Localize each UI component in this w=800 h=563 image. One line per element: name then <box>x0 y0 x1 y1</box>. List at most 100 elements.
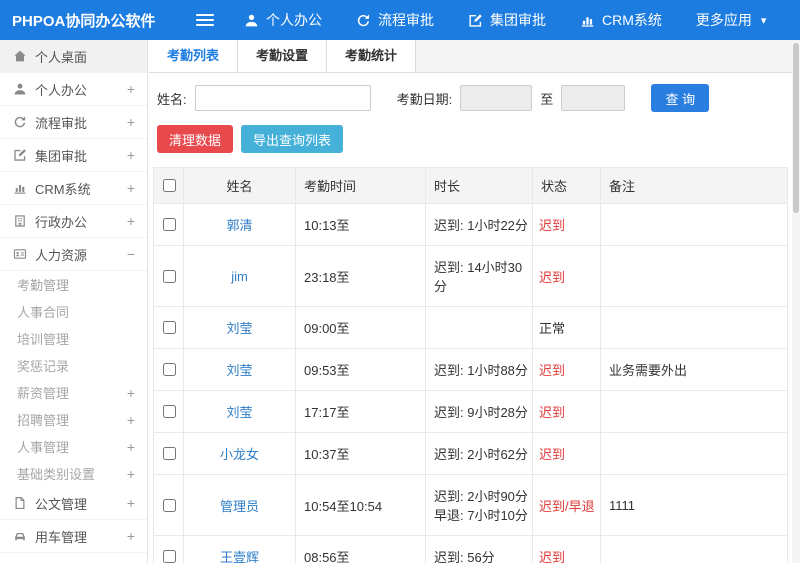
nav-label: 集团审批 <box>490 12 546 28</box>
sidebar-item-document-management[interactable]: 公文管理 + <box>0 487 147 520</box>
tab-attendance-settings[interactable]: 考勤设置 <box>238 40 328 72</box>
employee-name-link[interactable]: 小龙女 <box>220 447 259 462</box>
table-row: 郭清 10:13至 迟到: 1小时22分 迟到 <box>153 203 788 246</box>
row-checkbox[interactable] <box>162 321 176 334</box>
sidebar-subitem-personnel-management[interactable]: 人事管理 + <box>0 433 147 460</box>
nav-workflow-approval[interactable]: 流程审批 <box>356 10 434 30</box>
tab-attendance-stats[interactable]: 考勤统计 <box>327 40 417 72</box>
expand-toggle[interactable]: + <box>127 439 135 455</box>
scrollbar-thumb[interactable] <box>793 43 799 213</box>
table-row: 王壹辉 08:56至 迟到: 56分 迟到 <box>153 535 788 563</box>
clean-data-button[interactable]: 清理数据 <box>157 125 234 153</box>
nav-label: CRM系统 <box>602 12 662 28</box>
employee-name-link[interactable]: 王壹辉 <box>220 550 259 563</box>
attendance-time: 08:56至 <box>295 535 426 563</box>
hamburger-menu-icon[interactable] <box>196 14 214 26</box>
sidebar-subitem-basic-category-settings[interactable]: 基础类别设置 + <box>0 460 147 487</box>
expand-toggle[interactable]: + <box>127 81 135 97</box>
sidebar-subitem-training-management[interactable]: 培训管理 <box>0 325 147 352</box>
nav-crm-system[interactable]: CRM系统 <box>580 10 662 30</box>
sidebar-item-label: 流程审批 <box>35 115 88 131</box>
tab-attendance-list[interactable]: 考勤列表 <box>149 40 239 72</box>
sidebar-item-label: 行政办公 <box>35 214 88 230</box>
sidebar-item-administrative-office[interactable]: 行政办公 + <box>0 205 147 238</box>
flow-icon <box>13 115 27 129</box>
remark <box>600 535 788 563</box>
sidebar-subitem-reward-punishment-records[interactable]: 奖惩记录 <box>0 352 147 379</box>
expand-toggle[interactable]: + <box>127 385 135 401</box>
sidebar-subitem-label: 基础类别设置 <box>17 467 96 482</box>
edit-icon <box>13 148 27 162</box>
row-checkbox[interactable] <box>162 550 176 563</box>
row-checkbox[interactable] <box>162 447 176 460</box>
sidebar-item-workflow-approval[interactable]: 流程审批 + <box>0 106 147 139</box>
sidebar-subitem-salary-management[interactable]: 薪资管理 + <box>0 379 147 406</box>
expand-toggle[interactable]: + <box>127 147 135 163</box>
expand-toggle[interactable]: + <box>127 495 135 511</box>
search-button[interactable]: 查 询 <box>651 84 710 112</box>
date-end-input[interactable] <box>561 85 626 111</box>
expand-toggle[interactable]: + <box>127 466 135 482</box>
sidebar-item-crm-system[interactable]: CRM系统 + <box>0 172 147 205</box>
row-checkbox[interactable] <box>162 218 176 231</box>
sidebar-item-vehicle-management[interactable]: 用车管理 + <box>0 520 147 553</box>
main-content: 考勤列表 考勤设置 考勤统计 姓名: 考勤日期: 至 查 询 清理数据 导出查询… <box>149 40 792 563</box>
doc-icon <box>13 496 27 510</box>
status-badge: 迟到 <box>532 203 601 246</box>
flow-icon <box>356 13 371 28</box>
attendance-time: 09:00至 <box>295 306 426 349</box>
sidebar-subitem-label: 人事合同 <box>17 305 70 320</box>
remark <box>600 390 788 433</box>
duration: 迟到: 2小时90分 早退: 7小时10分 <box>425 474 533 536</box>
employee-name-link[interactable]: 刘莹 <box>226 363 252 378</box>
nav-label: 更多应用 <box>695 12 752 28</box>
row-checkbox[interactable] <box>162 363 176 376</box>
employee-name-link[interactable]: 管理员 <box>220 499 259 514</box>
sidebar-item-personal-desktop[interactable]: 个人桌面 <box>0 40 147 73</box>
sidebar-subitem-attendance-management[interactable]: 考勤管理 <box>0 271 147 298</box>
sidebar-item-personal-office[interactable]: 个人办公 + <box>0 73 147 106</box>
sidebar-item-human-resources[interactable]: 人力资源 − <box>0 238 147 271</box>
nav-personal-office[interactable]: 个人办公 <box>244 10 322 30</box>
sidebar-subitem-recruitment-management[interactable]: 招聘管理 + <box>0 406 147 433</box>
employee-name-link[interactable]: jim <box>231 269 248 284</box>
employee-name-link[interactable]: 刘莹 <box>226 321 252 336</box>
duration: 迟到: 2小时62分 <box>425 432 533 475</box>
sidebar-subitem-label: 培训管理 <box>17 332 70 347</box>
vertical-scrollbar[interactable] <box>792 40 800 563</box>
home-icon <box>13 49 27 63</box>
attendance-time: 10:37至 <box>295 432 426 475</box>
employee-name-link[interactable]: 刘莹 <box>226 405 252 420</box>
expand-toggle[interactable]: + <box>127 114 135 130</box>
row-checkbox[interactable] <box>162 269 176 283</box>
export-list-button[interactable]: 导出查询列表 <box>241 125 344 153</box>
select-all-checkbox[interactable] <box>162 179 176 192</box>
table-row: jim 23:18至 迟到: 14小时30分 迟到 <box>153 245 788 307</box>
sidebar-subitem-personnel-contract[interactable]: 人事合同 <box>0 298 147 325</box>
status-badge: 迟到 <box>532 432 601 475</box>
col-header-time: 考勤时间 <box>295 167 426 204</box>
sidebar-item-label: 人力资源 <box>35 247 88 263</box>
expand-toggle[interactable]: + <box>127 412 135 428</box>
row-checkbox[interactable] <box>162 498 176 512</box>
row-checkbox[interactable] <box>162 405 176 418</box>
nav-more-apps[interactable]: 更多应用 ▾ <box>696 10 767 30</box>
col-header-name: 姓名 <box>183 167 296 204</box>
status-badge: 迟到 <box>532 348 601 391</box>
attendance-time: 10:54至10:54 <box>295 474 426 536</box>
remark: 1111 <box>600 474 788 536</box>
sidebar-item-label: 个人办公 <box>35 82 88 98</box>
expand-toggle[interactable]: + <box>127 213 135 229</box>
table-row: 管理员 10:54至10:54 迟到: 2小时90分 早退: 7小时10分 迟到… <box>153 474 788 536</box>
nav-group-approval[interactable]: 集团审批 <box>468 10 546 30</box>
name-input[interactable] <box>194 85 371 111</box>
sidebar-item-group-approval[interactable]: 集团审批 + <box>0 139 147 172</box>
collapse-toggle[interactable]: − <box>127 246 135 262</box>
date-filter-label: 考勤日期: <box>396 91 453 107</box>
duration: 迟到: 1小时88分 <box>425 348 533 391</box>
remark <box>600 306 788 349</box>
expand-toggle[interactable]: + <box>127 180 135 196</box>
expand-toggle[interactable]: + <box>127 528 135 544</box>
employee-name-link[interactable]: 郭清 <box>226 218 252 233</box>
date-start-input[interactable] <box>460 85 533 111</box>
